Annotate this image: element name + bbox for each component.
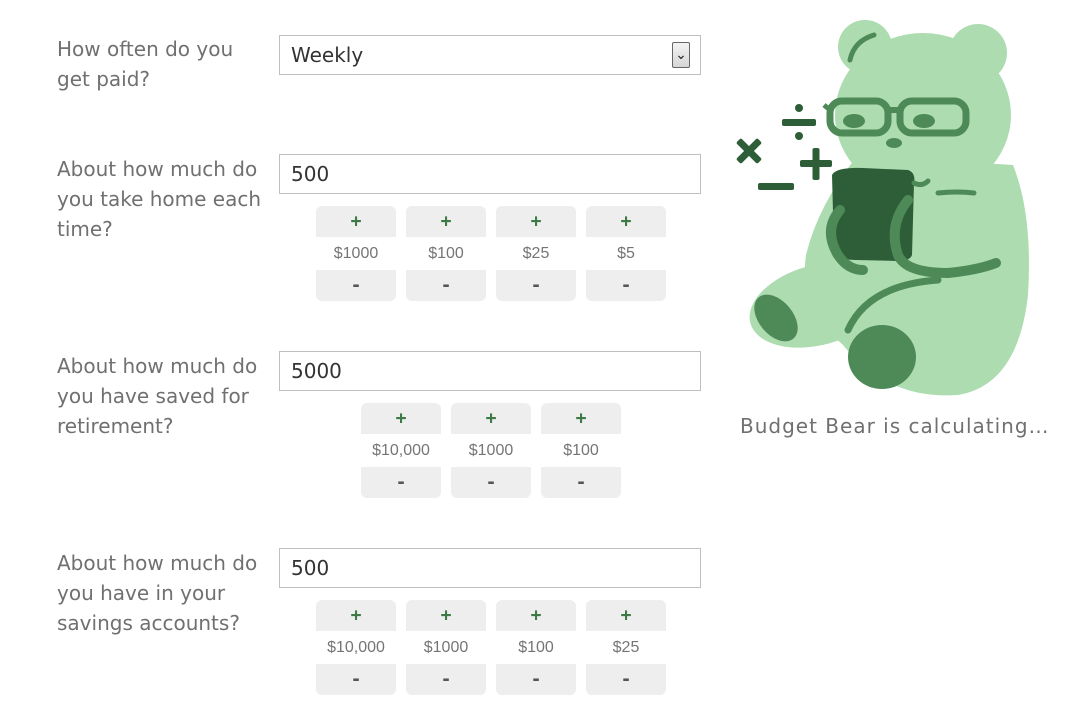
- stepper-10000: + $10,000 -: [316, 600, 396, 695]
- decrement-button[interactable]: -: [316, 270, 396, 301]
- increment-button[interactable]: +: [586, 600, 666, 631]
- stepper-10000: + $10,000 -: [361, 403, 441, 498]
- stepper-amount: $1000: [406, 631, 486, 664]
- stepper-100: + $100 -: [496, 600, 576, 695]
- savings-input[interactable]: 500: [279, 548, 701, 588]
- stepper-amount: $1000: [451, 434, 531, 467]
- stepper-amount: $100: [541, 434, 621, 467]
- decrement-button[interactable]: -: [406, 664, 486, 695]
- increment-button[interactable]: +: [496, 600, 576, 631]
- decrement-button[interactable]: -: [316, 664, 396, 695]
- stepper-amount: $25: [496, 237, 576, 270]
- stepper-100: + $100 -: [541, 403, 621, 498]
- minus-icon: [758, 183, 794, 190]
- stepper-1000: + $1000 -: [451, 403, 531, 498]
- bear-paw-pad-right: [848, 325, 916, 389]
- stepper-amount: $10,000: [316, 631, 396, 664]
- increment-button[interactable]: +: [586, 206, 666, 237]
- savings-steppers: + $10,000 - + $1000 - + $100 - + $25 -: [316, 600, 666, 695]
- increment-button[interactable]: +: [316, 206, 396, 237]
- decrement-button[interactable]: -: [586, 270, 666, 301]
- multiply-icon: [736, 138, 762, 164]
- stepper-amount: $25: [586, 631, 666, 664]
- stepper-1000: + $1000 -: [406, 600, 486, 695]
- take-home-input[interactable]: 500: [279, 154, 701, 194]
- decrement-button[interactable]: -: [451, 467, 531, 498]
- pay-frequency-value: Weekly: [291, 43, 364, 67]
- decrement-button[interactable]: -: [496, 270, 576, 301]
- retirement-steppers: + $10,000 - + $1000 - + $100 -: [361, 403, 621, 498]
- divide-icon: [795, 104, 803, 112]
- increment-button[interactable]: +: [316, 600, 396, 631]
- stepper-100: + $100 -: [406, 206, 486, 301]
- stepper-amount: $100: [496, 631, 576, 664]
- decrement-button[interactable]: -: [496, 664, 576, 695]
- increment-button[interactable]: +: [406, 206, 486, 237]
- increment-button[interactable]: +: [541, 403, 621, 434]
- bear-nose: [886, 138, 902, 148]
- take-home-steppers: + $1000 - + $100 - + $25 - + $5 -: [316, 206, 666, 301]
- decrement-button[interactable]: -: [586, 664, 666, 695]
- decrement-button[interactable]: -: [361, 467, 441, 498]
- math-symbols-icon: [736, 104, 832, 190]
- status-text: Budget Bear is calculating…: [740, 414, 1050, 438]
- retirement-label: About how much do you have saved for ret…: [57, 354, 258, 438]
- increment-button[interactable]: +: [406, 600, 486, 631]
- stepper-1000: + $1000 -: [316, 206, 396, 301]
- stepper-5: + $5 -: [586, 206, 666, 301]
- take-home-label: About how much do you take home each tim…: [57, 157, 262, 241]
- stepper-amount: $1000: [316, 237, 396, 270]
- plus-icon: [800, 148, 832, 180]
- pay-frequency-label: How often do you get paid?: [57, 37, 234, 91]
- stepper-25: + $25 -: [496, 206, 576, 301]
- stepper-amount: $100: [406, 237, 486, 270]
- stepper-25: + $25 -: [586, 600, 666, 695]
- retirement-input[interactable]: 5000: [279, 351, 701, 391]
- decrement-button[interactable]: -: [541, 467, 621, 498]
- increment-button[interactable]: +: [451, 403, 531, 434]
- pay-frequency-select[interactable]: Weekly ⌄: [279, 35, 701, 75]
- decrement-button[interactable]: -: [406, 270, 486, 301]
- stepper-amount: $5: [586, 237, 666, 270]
- increment-button[interactable]: +: [361, 403, 441, 434]
- budget-bear-illustration: [736, 20, 1029, 396]
- stepper-amount: $10,000: [361, 434, 441, 467]
- increment-button[interactable]: +: [496, 206, 576, 237]
- chevron-down-icon[interactable]: ⌄: [672, 42, 690, 68]
- savings-label: About how much do you have in your savin…: [57, 551, 258, 635]
